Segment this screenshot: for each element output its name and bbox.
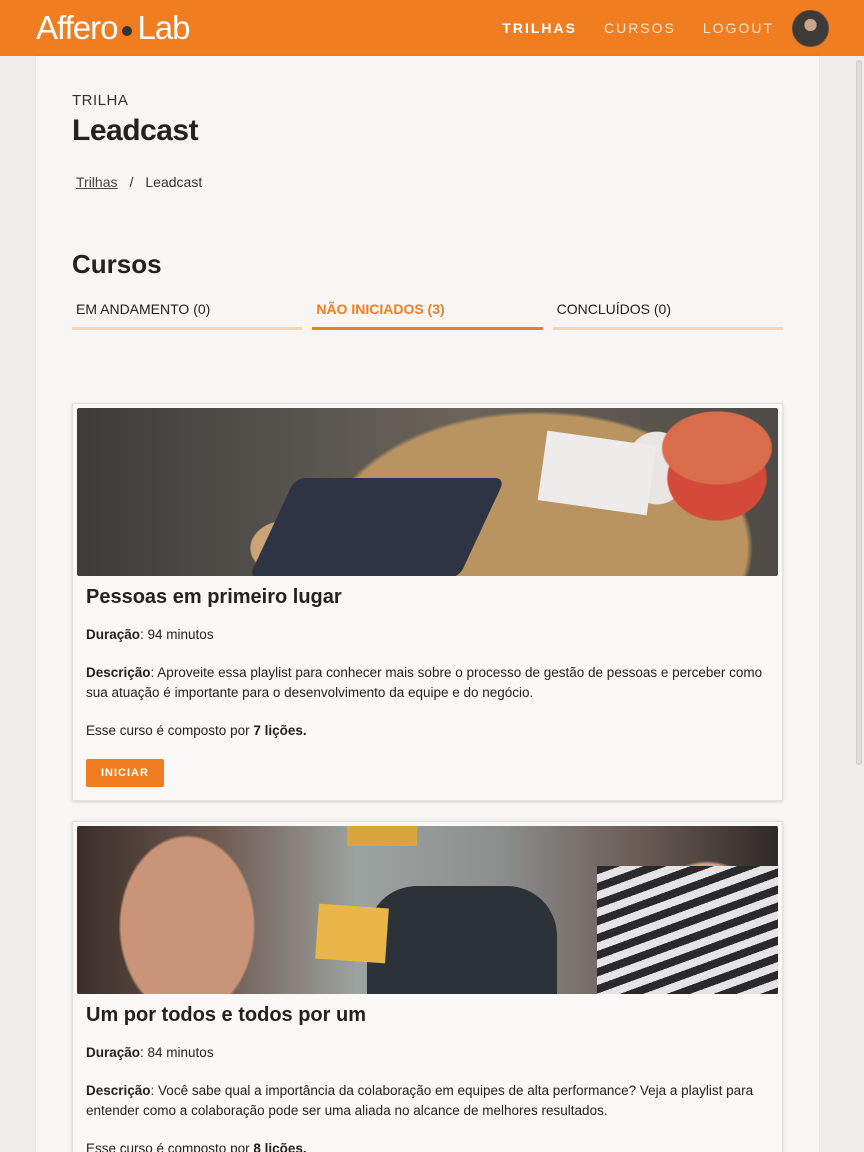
nav-trilhas[interactable]: TRILHAS — [502, 20, 577, 36]
nav-cursos[interactable]: CURSOS — [604, 20, 676, 36]
duration-value: : 84 minutos — [140, 1045, 214, 1060]
duration-label: Duração — [86, 627, 141, 642]
breadcrumb-separator: / — [129, 174, 134, 190]
image-shape — [597, 866, 778, 994]
description-value: : Você sabe qual a importância da colabo… — [86, 1083, 754, 1118]
top-navbar: Affero Lab TRILHAS CURSOS LOGOUT — [0, 0, 864, 56]
image-shape — [537, 430, 657, 516]
lessons-prefix: Esse curso é composto por — [86, 1141, 254, 1152]
course-description: Descrição: Aproveite essa playlist para … — [86, 663, 769, 703]
image-shape — [347, 826, 417, 846]
course-status-tabs: EM ANDAMENTO (0) NÃO INICIADOS (3) CONCL… — [72, 296, 783, 330]
lessons-count: 8 lições. — [253, 1141, 307, 1152]
course-image[interactable] — [77, 826, 778, 994]
breadcrumb-current: Leadcast — [145, 174, 203, 190]
course-card: Um por todos e todos por um Duração: 84 … — [72, 821, 783, 1152]
course-lessons: Esse curso é composto por 8 lições. — [86, 1139, 769, 1152]
affero-lab-logo[interactable]: Affero Lab — [36, 8, 191, 48]
user-avatar[interactable] — [792, 10, 829, 47]
description-label: Descrição — [86, 1083, 151, 1098]
tab-em-andamento[interactable]: EM ANDAMENTO (0) — [72, 296, 303, 330]
image-shape — [315, 903, 389, 964]
page-eyebrow: TRILHA — [72, 92, 129, 109]
course-lessons: Esse curso é composto por 7 lições. — [86, 721, 769, 741]
duration-value: : 94 minutos — [140, 627, 214, 642]
course-duration: Duração: 84 minutos — [86, 1043, 769, 1063]
course-title[interactable]: Pessoas em primeiro lugar — [86, 586, 782, 609]
course-description: Descrição: Você sabe qual a importância … — [86, 1081, 769, 1121]
lessons-count: 7 lições. — [253, 723, 307, 738]
breadcrumb-link-trilhas[interactable]: Trilhas — [76, 174, 118, 190]
image-shape — [248, 478, 506, 576]
course-image[interactable] — [77, 408, 778, 576]
main-nav: TRILHAS CURSOS LOGOUT — [502, 0, 774, 56]
description-label: Descrição — [86, 665, 151, 680]
image-shape — [367, 886, 557, 994]
nav-logout[interactable]: LOGOUT — [703, 20, 774, 36]
logo-text-left: Affero — [36, 9, 118, 46]
description-value: : Aproveite essa playlist para conhecer … — [86, 665, 763, 700]
tab-nao-iniciados[interactable]: NÃO INICIADOS (3) — [312, 296, 543, 330]
course-card: Pessoas em primeiro lugar Duração: 94 mi… — [72, 403, 783, 801]
lessons-prefix: Esse curso é composto por — [86, 723, 254, 738]
breadcrumb: Trilhas / Leadcast — [76, 174, 202, 190]
page-title: Leadcast — [72, 114, 199, 147]
start-course-button[interactable]: INICIAR — [86, 759, 164, 787]
tab-concluidos[interactable]: CONCLUÍDOS (0) — [552, 296, 783, 330]
logo-text-right: Lab — [137, 9, 190, 46]
duration-label: Duração — [86, 1045, 141, 1060]
logo-dot — [122, 26, 133, 36]
section-title: Cursos — [72, 249, 162, 279]
page-content: TRILHA Leadcast Trilhas / Leadcast Curso… — [36, 56, 819, 1152]
course-duration: Duração: 94 minutos — [86, 625, 769, 645]
page-scrollbar[interactable] — [856, 60, 862, 765]
course-title[interactable]: Um por todos e todos por um — [86, 1004, 782, 1027]
